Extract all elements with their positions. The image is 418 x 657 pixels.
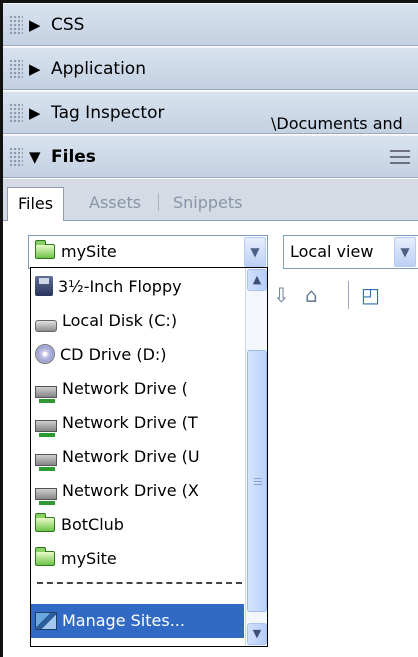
panel-options-menu-icon[interactable] [390, 150, 410, 164]
manage-sites-icon [35, 612, 57, 630]
list-item[interactable]: mySite [31, 542, 244, 576]
drag-grip-icon[interactable] [9, 102, 23, 123]
scroll-down-button[interactable]: ▼ [247, 623, 267, 645]
panel-title-tag-inspector: Tag Inspector [51, 102, 165, 123]
list-item-label: mySite [61, 549, 117, 568]
tab-snippets[interactable]: Snippets [163, 187, 253, 221]
expand-arrow-icon: ▶ [29, 15, 41, 34]
local-disk-icon [35, 320, 57, 332]
site-select-value: mySite [61, 242, 117, 261]
panel-title-application: Application [51, 58, 146, 79]
manage-sites-item[interactable]: Manage Sites... [31, 604, 244, 638]
list-item-label: CD Drive (D:) [60, 345, 167, 364]
network-drive-icon [35, 488, 57, 505]
scroll-up-button[interactable]: ▲ [247, 269, 267, 291]
panel-title-css: CSS [51, 14, 85, 35]
check-out-icon[interactable]: ⌂ [305, 283, 318, 307]
check-in-icon[interactable]: ⇩ [273, 283, 290, 307]
toolbar-divider [348, 281, 349, 309]
folder-icon [34, 240, 55, 259]
folder-icon [34, 513, 55, 532]
expand-view-icon[interactable]: ◰ [361, 283, 380, 307]
tab-divider [158, 193, 159, 211]
list-item-label: Network Drive (U [62, 447, 200, 466]
list-item-label: Network Drive (X [62, 481, 199, 500]
list-item-label: BotClub [61, 515, 124, 534]
drag-grip-icon[interactable] [9, 58, 23, 79]
chevron-down-icon[interactable]: ▼ [244, 237, 266, 267]
network-drive-icon [35, 420, 57, 437]
path-text: \Documents and [271, 114, 403, 133]
grip-icon [254, 478, 262, 486]
panel-header-files[interactable]: ▼ Files [3, 135, 418, 178]
network-drive-icon [35, 386, 57, 403]
files-panel-group: ▶ CSS ▶ Application ▶ Tag Inspector ▼ Fi… [0, 0, 418, 657]
list-item[interactable]: Local Disk (C:) [31, 304, 244, 338]
chevron-down-icon[interactable]: ▼ [394, 237, 416, 267]
list-item[interactable]: Network Drive ( [31, 372, 244, 406]
panel-header-application[interactable]: ▶ Application [3, 47, 418, 90]
dropdown-scrollbar[interactable]: ▲ ▼ [245, 268, 267, 646]
list-item-label: Network Drive ( [62, 379, 188, 398]
files-tab-strip: Files Assets Snippets [3, 179, 418, 222]
list-item[interactable]: Network Drive (T [31, 406, 244, 440]
expand-arrow-icon: ▶ [29, 103, 41, 122]
drag-grip-icon[interactable] [9, 146, 23, 167]
tab-assets[interactable]: Assets [79, 187, 151, 221]
list-item-label: Local Disk (C:) [62, 311, 178, 330]
list-item-label: 3½-Inch Floppy [58, 277, 182, 296]
view-select-value: Local view [290, 242, 374, 261]
site-dropdown-list[interactable]: 3½-Inch Floppy Local Disk (C:) CD Drive … [30, 267, 268, 647]
network-drive-icon [35, 454, 57, 471]
view-select[interactable]: Local view ▼ [283, 235, 418, 269]
folder-icon [34, 547, 55, 566]
cd-drive-icon [35, 344, 55, 364]
list-item[interactable]: 3½-Inch Floppy [31, 270, 244, 304]
list-item[interactable]: Network Drive (U [31, 440, 244, 474]
list-divider [37, 582, 242, 584]
floppy-icon [35, 276, 53, 296]
list-item[interactable]: BotClub [31, 508, 244, 542]
site-select-value-wrap: mySite [34, 236, 117, 268]
list-item[interactable]: CD Drive (D:) [31, 338, 244, 372]
manage-sites-label: Manage Sites... [62, 611, 185, 630]
list-item-label: Network Drive (T [62, 413, 198, 432]
site-select[interactable]: mySite ▼ [28, 235, 268, 269]
scrollbar-thumb[interactable] [247, 350, 267, 612]
expand-arrow-icon: ▶ [29, 59, 41, 78]
panel-title-files: Files [51, 146, 96, 167]
panel-header-css[interactable]: ▶ CSS [3, 3, 418, 46]
drag-grip-icon[interactable] [9, 14, 23, 35]
collapse-arrow-icon: ▼ [29, 147, 41, 166]
list-item[interactable]: Network Drive (X [31, 474, 244, 508]
tab-files[interactable]: Files [7, 187, 65, 222]
